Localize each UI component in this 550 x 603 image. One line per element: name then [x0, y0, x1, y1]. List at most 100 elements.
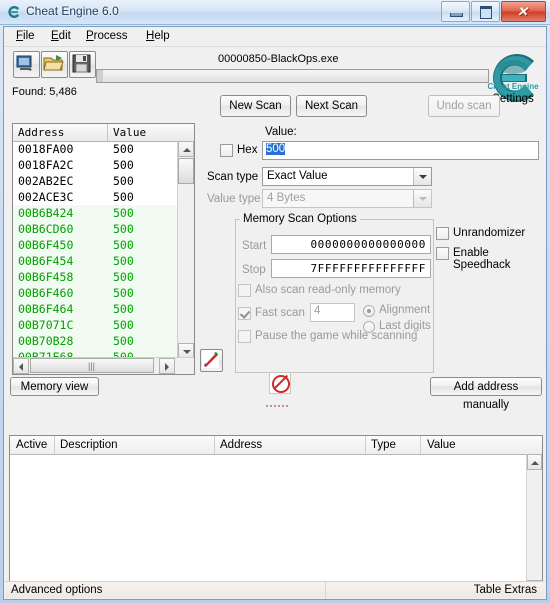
fast-scan-checkbox[interactable]: [238, 307, 251, 320]
menu-edit[interactable]: Edit: [45, 29, 77, 43]
address-list-vscrollbar[interactable]: [177, 141, 194, 359]
speedhack-checkbox[interactable]: [436, 247, 449, 260]
column-header-value[interactable]: Value: [113, 126, 146, 139]
column-header-type[interactable]: Type: [371, 439, 396, 451]
scroll-right-arrow-icon: [165, 363, 169, 371]
unrandomizer-label[interactable]: Unrandomizer: [453, 227, 525, 239]
column-header-address[interactable]: Address: [18, 126, 64, 139]
hex-label[interactable]: Hex: [237, 144, 257, 156]
address-row[interactable]: 00B6F450 500: [13, 237, 194, 253]
pause-game-label[interactable]: Pause the game while scanning: [255, 330, 417, 342]
scan-type-label: Scan type: [207, 171, 259, 183]
hex-checkbox[interactable]: [220, 144, 233, 157]
value-cell: 500: [113, 206, 134, 220]
stop-address-input[interactable]: 7FFFFFFFFFFFFFFF: [271, 259, 431, 278]
value-type-value: 4 Bytes: [267, 192, 306, 204]
address-list-hscrollbar[interactable]: |||: [13, 357, 194, 374]
value-cell: 500: [113, 254, 134, 268]
column-header-value[interactable]: Value: [427, 439, 456, 451]
next-scan-button[interactable]: Next Scan: [296, 95, 367, 117]
scan-value-input[interactable]: 500: [262, 141, 539, 160]
scan-type-combo[interactable]: Exact Value: [262, 167, 432, 186]
scroll-left-arrow-icon: [19, 363, 23, 371]
cheat-engine-logo-icon: [8, 6, 19, 18]
open-process-icon: [16, 55, 32, 71]
alignment-label[interactable]: Alignment: [379, 304, 430, 316]
value-cell: 500: [113, 318, 134, 332]
address-row[interactable]: 00B70B28 500: [13, 333, 194, 349]
unrandomizer-checkbox[interactable]: [436, 227, 449, 240]
table-scroll-up-button[interactable]: [527, 454, 542, 470]
address-row[interactable]: 00B6F460 500: [13, 285, 194, 301]
value-cell: 500: [113, 270, 134, 284]
address-row[interactable]: 00B6CD60 500: [13, 221, 194, 237]
column-header-description[interactable]: Description: [60, 439, 118, 451]
speedhack-label[interactable]: Enable Speedhack: [453, 247, 546, 271]
open-file-button[interactable]: [41, 51, 68, 78]
scroll-down-arrow-icon: [183, 350, 191, 354]
address-cell: 0018FA2C: [18, 158, 74, 172]
status-bar: Advanced options Table Extras: [5, 581, 545, 599]
address-cell: 00B6B424: [18, 206, 74, 220]
address-row[interactable]: 00B6B424 500: [13, 205, 194, 221]
address-list-header: Address Value: [13, 124, 194, 142]
scan-value-text: 500: [266, 143, 286, 155]
pause-game-checkbox[interactable]: [238, 330, 251, 343]
drag-handle-dots[interactable]: [266, 398, 290, 407]
cheat-table-vscrollbar[interactable]: [526, 454, 542, 596]
chevron-down-icon[interactable]: [413, 168, 431, 185]
memory-view-button[interactable]: Memory view: [10, 377, 99, 396]
vscroll-thumb[interactable]: [178, 158, 194, 184]
address-row[interactable]: 002ACE3C 500: [13, 189, 194, 205]
address-row[interactable]: 0018FA2C 500: [13, 157, 194, 173]
new-scan-button[interactable]: New Scan: [220, 95, 291, 117]
address-list-rows[interactable]: 0018FA00 500 0018FA2C 500 002AB2EC 500 002ACE3…: [13, 141, 194, 359]
maximize-button[interactable]: [471, 1, 500, 22]
close-button[interactable]: ✕: [501, 1, 546, 22]
open-process-button[interactable]: [13, 51, 40, 78]
address-row[interactable]: 002AB2EC 500: [13, 173, 194, 189]
address-cell: 00B70B28: [18, 334, 74, 348]
cheat-table[interactable]: Active Description Address Type Value: [9, 435, 543, 597]
value-cell: 500: [113, 174, 134, 188]
start-address-input[interactable]: 0000000000000000: [271, 235, 431, 254]
value-label: Value:: [265, 126, 297, 138]
add-address-manually-button[interactable]: Add address manually: [430, 377, 542, 411]
menu-file[interactable]: FFileile: [10, 29, 41, 43]
menu-process[interactable]: Process: [80, 29, 134, 43]
scroll-up-button[interactable]: [178, 141, 194, 157]
save-button[interactable]: [69, 51, 96, 78]
column-header-active[interactable]: Active: [16, 439, 47, 451]
value-type-label: Value type: [207, 193, 261, 205]
window-controls: ✕: [440, 1, 546, 22]
fast-scan-value-input[interactable]: 4: [310, 303, 355, 322]
advanced-options-label[interactable]: Advanced options: [11, 584, 102, 596]
address-row[interactable]: 0018FA00 500: [13, 141, 194, 157]
address-cell: 0018FA00: [18, 142, 74, 156]
scroll-up-arrow-icon: [531, 461, 539, 465]
address-cell: 00B6CD60: [18, 222, 74, 236]
readonly-memory-checkbox[interactable]: [238, 284, 251, 297]
address-row[interactable]: 00B6F458 500: [13, 269, 194, 285]
chevron-down-icon-disabled: [413, 190, 431, 207]
address-row[interactable]: 00B7071C 500: [13, 317, 194, 333]
readonly-memory-label[interactable]: Also scan read-only memory: [255, 284, 401, 296]
window-title: Cheat Engine 6.0: [26, 4, 119, 18]
address-cell: 002ACE3C: [18, 190, 74, 204]
address-row[interactable]: 00B6F464 500: [13, 301, 194, 317]
hscroll-thumb[interactable]: |||: [30, 358, 154, 373]
address-row[interactable]: 00B6F454 500: [13, 253, 194, 269]
scroll-right-button[interactable]: [159, 358, 175, 374]
found-address-list[interactable]: Address Value 0018FA00 500 0018FA2C 500 002A…: [12, 123, 195, 375]
minimize-button[interactable]: [441, 1, 470, 22]
scroll-left-button[interactable]: [13, 358, 29, 374]
hscroll-grip-icon: |||: [88, 361, 96, 371]
no-entry-icon[interactable]: [269, 372, 291, 394]
alignment-radio[interactable]: [363, 305, 375, 317]
menu-help[interactable]: Help: [140, 29, 176, 43]
fast-scan-label[interactable]: Fast scan: [255, 307, 305, 319]
address-cell: 00B7071C: [18, 318, 74, 332]
column-header-address[interactable]: Address: [220, 439, 262, 451]
table-extras-label[interactable]: Table Extras: [474, 584, 537, 596]
cut-addresses-button[interactable]: [200, 349, 223, 372]
